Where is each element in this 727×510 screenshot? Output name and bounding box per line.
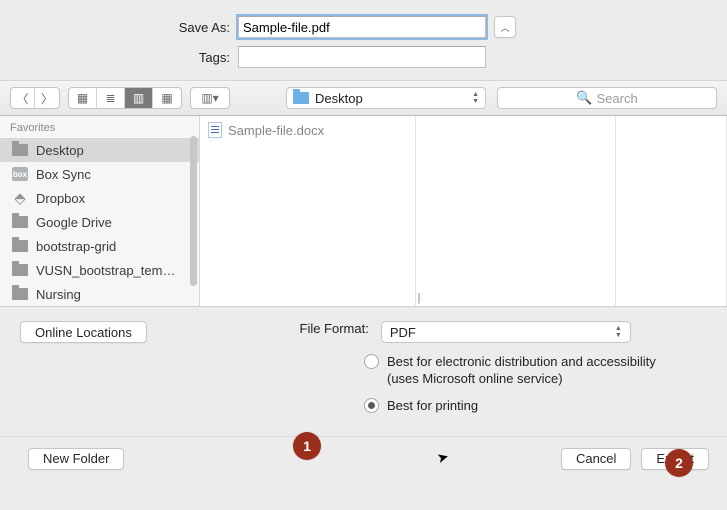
chevron-right-icon: 〉 xyxy=(41,90,53,107)
group-icon: ▥▾ xyxy=(201,91,218,105)
location-label: Desktop xyxy=(315,91,363,106)
chevron-left-icon: 〈 xyxy=(16,90,28,107)
sidebar-item-label: Dropbox xyxy=(36,191,85,206)
tags-input[interactable] xyxy=(238,46,486,68)
sidebar-item-google-drive[interactable]: Google Drive xyxy=(0,210,199,234)
sidebar-item-box-sync[interactable]: box Box Sync xyxy=(0,162,199,186)
radio-icon xyxy=(364,398,379,413)
annotation-badge-2: 2 xyxy=(665,449,693,477)
column-2[interactable] xyxy=(416,116,616,306)
back-button[interactable]: 〈 xyxy=(11,88,35,108)
radio-label-line1: Best for electronic distribution and acc… xyxy=(387,353,656,370)
search-placeholder: Search xyxy=(596,91,637,106)
updown-icon: ▲▼ xyxy=(615,325,622,339)
search-input[interactable]: 🔍 Search xyxy=(497,87,717,109)
top-fields: Save As: ︿ Tags: xyxy=(0,0,727,80)
folder-icon xyxy=(12,288,28,300)
file-item[interactable]: Sample-file.docx xyxy=(200,120,415,140)
radio-label: Best for electronic distribution and acc… xyxy=(387,353,656,387)
search-icon: 🔍 xyxy=(576,90,592,106)
view-mode-group: ▦ ≣ ▥ ▦ xyxy=(68,87,182,109)
radio-option-electronic[interactable]: Best for electronic distribution and acc… xyxy=(364,353,707,387)
radio-label-line2: (uses Microsoft online service) xyxy=(387,370,656,387)
sidebar-item-label: Box Sync xyxy=(36,167,91,182)
forward-button[interactable]: 〉 xyxy=(35,88,59,108)
save-as-label: Save As: xyxy=(0,20,230,35)
group-by-button[interactable]: ▥▾ xyxy=(191,88,229,108)
sidebar-scrollbar[interactable] xyxy=(190,136,197,286)
sidebar: Favorites Desktop box Box Sync ⬘ Dropbox… xyxy=(0,116,200,306)
sidebar-item-vusn-template[interactable]: VUSN_bootstrap_tem… xyxy=(0,258,199,282)
group-by-group: ▥▾ xyxy=(190,87,230,109)
column-1[interactable]: Sample-file.docx || xyxy=(200,116,416,306)
folder-icon xyxy=(293,92,309,104)
cancel-button[interactable]: Cancel xyxy=(561,448,631,470)
sidebar-header-favorites: Favorites xyxy=(0,116,199,138)
file-browser: Favorites Desktop box Box Sync ⬘ Dropbox… xyxy=(0,116,727,306)
sidebar-item-label: Desktop xyxy=(36,143,84,158)
updown-icon: ▲▼ xyxy=(472,91,479,105)
file-format-select[interactable]: PDF ▲▼ xyxy=(381,321,631,343)
file-format-label: File Format: xyxy=(269,321,369,336)
word-doc-icon xyxy=(208,122,222,138)
browser-toolbar: 〈 〉 ▦ ≣ ▥ ▦ ▥▾ Desktop ▲▼ 🔍 Search xyxy=(0,80,727,116)
sidebar-item-bootstrap-grid[interactable]: bootstrap-grid xyxy=(0,234,199,258)
save-as-row: Save As: ︿ xyxy=(0,16,727,38)
folder-icon xyxy=(12,144,28,156)
folder-icon xyxy=(12,264,28,276)
nav-back-forward: 〈 〉 xyxy=(10,87,60,109)
sidebar-item-desktop[interactable]: Desktop xyxy=(0,138,199,162)
view-list-button[interactable]: ≣ xyxy=(97,88,125,108)
gallery-icon: ▦ xyxy=(161,91,172,105)
box-icon: box xyxy=(12,167,28,181)
list-icon: ≣ xyxy=(105,91,115,105)
annotation-badge-1: 1 xyxy=(293,432,321,460)
file-format-value: PDF xyxy=(390,325,416,340)
sidebar-item-dropbox[interactable]: ⬘ Dropbox xyxy=(0,186,199,210)
online-locations-button[interactable]: Online Locations xyxy=(20,321,147,343)
view-columns-button[interactable]: ▥ xyxy=(125,88,153,108)
folder-icon xyxy=(12,240,28,252)
new-folder-button[interactable]: New Folder xyxy=(28,448,124,470)
dialog-footer: New Folder Cancel Export xyxy=(0,436,727,480)
columns-icon: ▥ xyxy=(133,91,144,105)
export-options-panel: Online Locations File Format: PDF ▲▼ Bes… xyxy=(0,306,727,436)
chevron-up-icon: ︿ xyxy=(500,21,509,34)
view-icons-button[interactable]: ▦ xyxy=(69,88,97,108)
collapse-expand-button[interactable]: ︿ xyxy=(494,16,516,38)
file-name: Sample-file.docx xyxy=(228,123,324,138)
options-row-1: Online Locations File Format: PDF ▲▼ xyxy=(20,321,707,343)
grid-icon: ▦ xyxy=(77,91,88,105)
sidebar-item-nursing[interactable]: Nursing xyxy=(0,282,199,306)
radio-option-printing[interactable]: Best for printing xyxy=(364,397,707,414)
sidebar-item-label: Nursing xyxy=(36,287,81,302)
tags-row: Tags: xyxy=(0,46,727,68)
save-as-input[interactable] xyxy=(238,16,486,38)
dropbox-icon: ⬘ xyxy=(12,192,28,205)
sidebar-item-label: bootstrap-grid xyxy=(36,239,116,254)
sidebar-item-label: Google Drive xyxy=(36,215,112,230)
tags-label: Tags: xyxy=(0,50,230,65)
view-gallery-button[interactable]: ▦ xyxy=(153,88,181,108)
radio-icon xyxy=(364,354,379,369)
column-3[interactable] xyxy=(616,116,727,306)
sidebar-item-label: VUSN_bootstrap_tem… xyxy=(36,263,175,278)
location-popup[interactable]: Desktop ▲▼ xyxy=(286,87,486,109)
radio-label: Best for printing xyxy=(387,397,478,414)
folder-icon xyxy=(12,216,28,228)
pdf-quality-options: Best for electronic distribution and acc… xyxy=(364,353,707,414)
